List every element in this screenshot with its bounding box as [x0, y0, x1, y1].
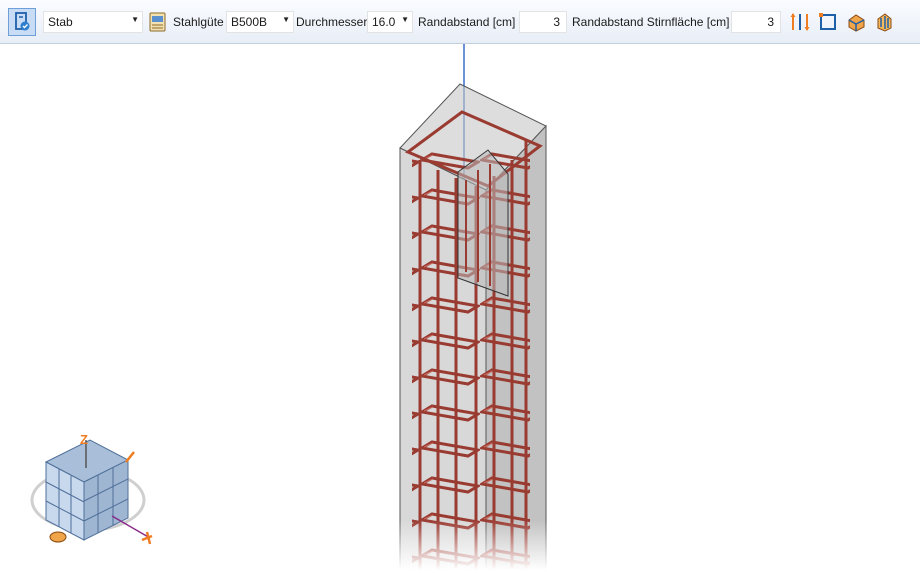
bar-type-dropdown[interactable]: Stab ▼ — [43, 11, 143, 33]
bar-direction-icon — [790, 13, 810, 31]
shape-tool-icon — [848, 14, 865, 32]
steel-grade-dropdown[interactable]: B500B ▼ — [226, 11, 294, 33]
steel-grade-label: Stahlgüte — [173, 15, 224, 29]
reinforcement-icon — [15, 12, 30, 31]
chevron-down-icon: ▼ — [131, 15, 139, 24]
bar-type-value: Stab — [48, 15, 73, 29]
edge-distance-label: Randabstand [cm] — [418, 15, 516, 29]
view-cube[interactable]: Z — [30, 432, 153, 545]
end-face-distance-input[interactable]: 3 — [731, 11, 781, 33]
rectangle-frame-button[interactable] — [817, 11, 839, 33]
diameter-dropdown[interactable]: 16.0 ▼ — [367, 11, 413, 33]
shape-tool-button[interactable] — [845, 11, 867, 33]
edge-distance-input[interactable]: 3 — [519, 11, 567, 33]
model-view: Z — [30, 44, 580, 571]
diameter-value: 16.0 — [372, 15, 396, 29]
diameter-label: Durchmesser — [296, 15, 368, 29]
chevron-down-icon: ▼ — [282, 15, 290, 24]
steel-grade-button[interactable] — [148, 12, 167, 32]
steel-grade-icon — [149, 12, 166, 32]
shape-tool-alt-icon — [877, 13, 892, 32]
reinforcement-tool-button[interactable] — [8, 8, 36, 36]
toolbar: Stab ▼ Stahlgüte B500B ▼ Durchmesser 16.… — [0, 0, 920, 44]
svg-text:Z: Z — [80, 432, 88, 447]
3d-viewport[interactable]: Z — [0, 44, 920, 571]
end-face-distance-label: Randabstand Stirnfläche [cm] — [572, 15, 730, 29]
shape-tool-alt-button[interactable] — [873, 11, 895, 33]
bar-direction-button[interactable] — [789, 11, 811, 33]
rectangle-frame-icon — [819, 13, 836, 30]
chevron-down-icon: ▼ — [401, 15, 409, 24]
steel-grade-value: B500B — [231, 15, 268, 29]
inner-bar-frame — [457, 149, 509, 297]
fade-overlay — [380, 520, 580, 570]
